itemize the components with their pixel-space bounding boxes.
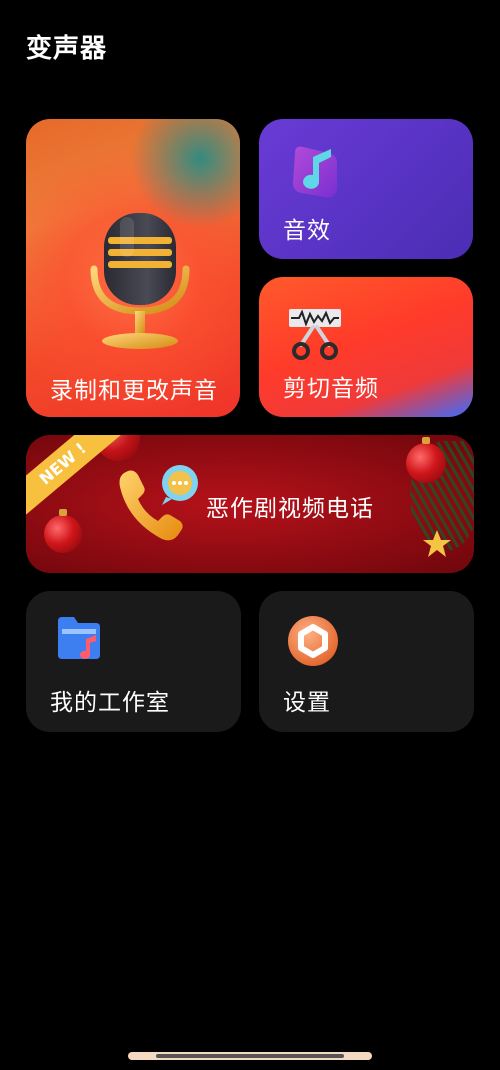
home-indicator[interactable] [128, 1052, 372, 1060]
cut-audio-card[interactable]: 剪切音频 [259, 277, 473, 417]
sound-effects-card[interactable]: 音效 [259, 119, 473, 259]
microphone-icon [90, 213, 190, 349]
prank-video-call-label: 恶作剧视频电话 [206, 496, 374, 522]
record-change-voice-label: 录制和更改声音 [50, 378, 218, 404]
ornament-ball-icon [44, 509, 82, 553]
star-icon [423, 530, 451, 557]
my-studio-label: 我的工作室 [50, 690, 170, 716]
ornament-ball-icon [406, 437, 446, 483]
settings-card[interactable]: 设置 [259, 591, 474, 732]
app-screen: 变声器 录制和更改声音 音效 剪切音频 NEW ! 恶作剧视频电话 我的工作室 … [0, 0, 500, 1070]
sound-effects-label: 音效 [283, 218, 331, 244]
music-note-icon [293, 146, 337, 198]
music-folder-icon [58, 617, 100, 659]
phone-chat-icon [119, 465, 198, 541]
settings-label: 设置 [283, 690, 331, 716]
my-studio-card[interactable]: 我的工作室 [26, 591, 241, 732]
cut-audio-label: 剪切音频 [283, 376, 379, 402]
page-title: 变声器 [26, 34, 108, 64]
record-change-voice-card[interactable]: 录制和更改声音 [26, 119, 240, 417]
gear-icon [288, 616, 338, 666]
scissors-waveform-icon [289, 309, 341, 360]
prank-video-call-banner[interactable]: NEW ! 恶作剧视频电话 [26, 435, 474, 573]
